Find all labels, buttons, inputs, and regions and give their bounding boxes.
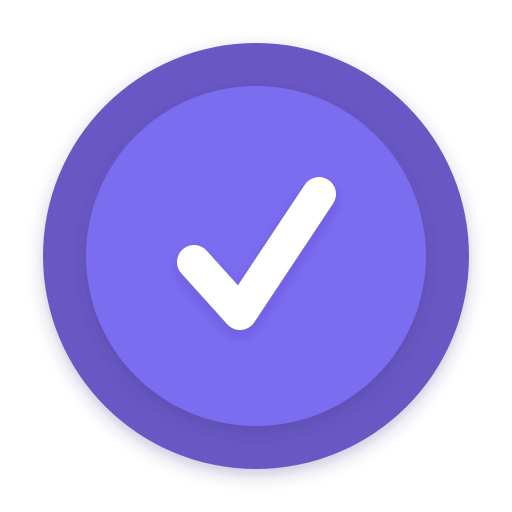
inner-circle <box>86 86 426 426</box>
check-badge-graphic <box>43 43 469 469</box>
success-check-badge <box>0 0 512 512</box>
